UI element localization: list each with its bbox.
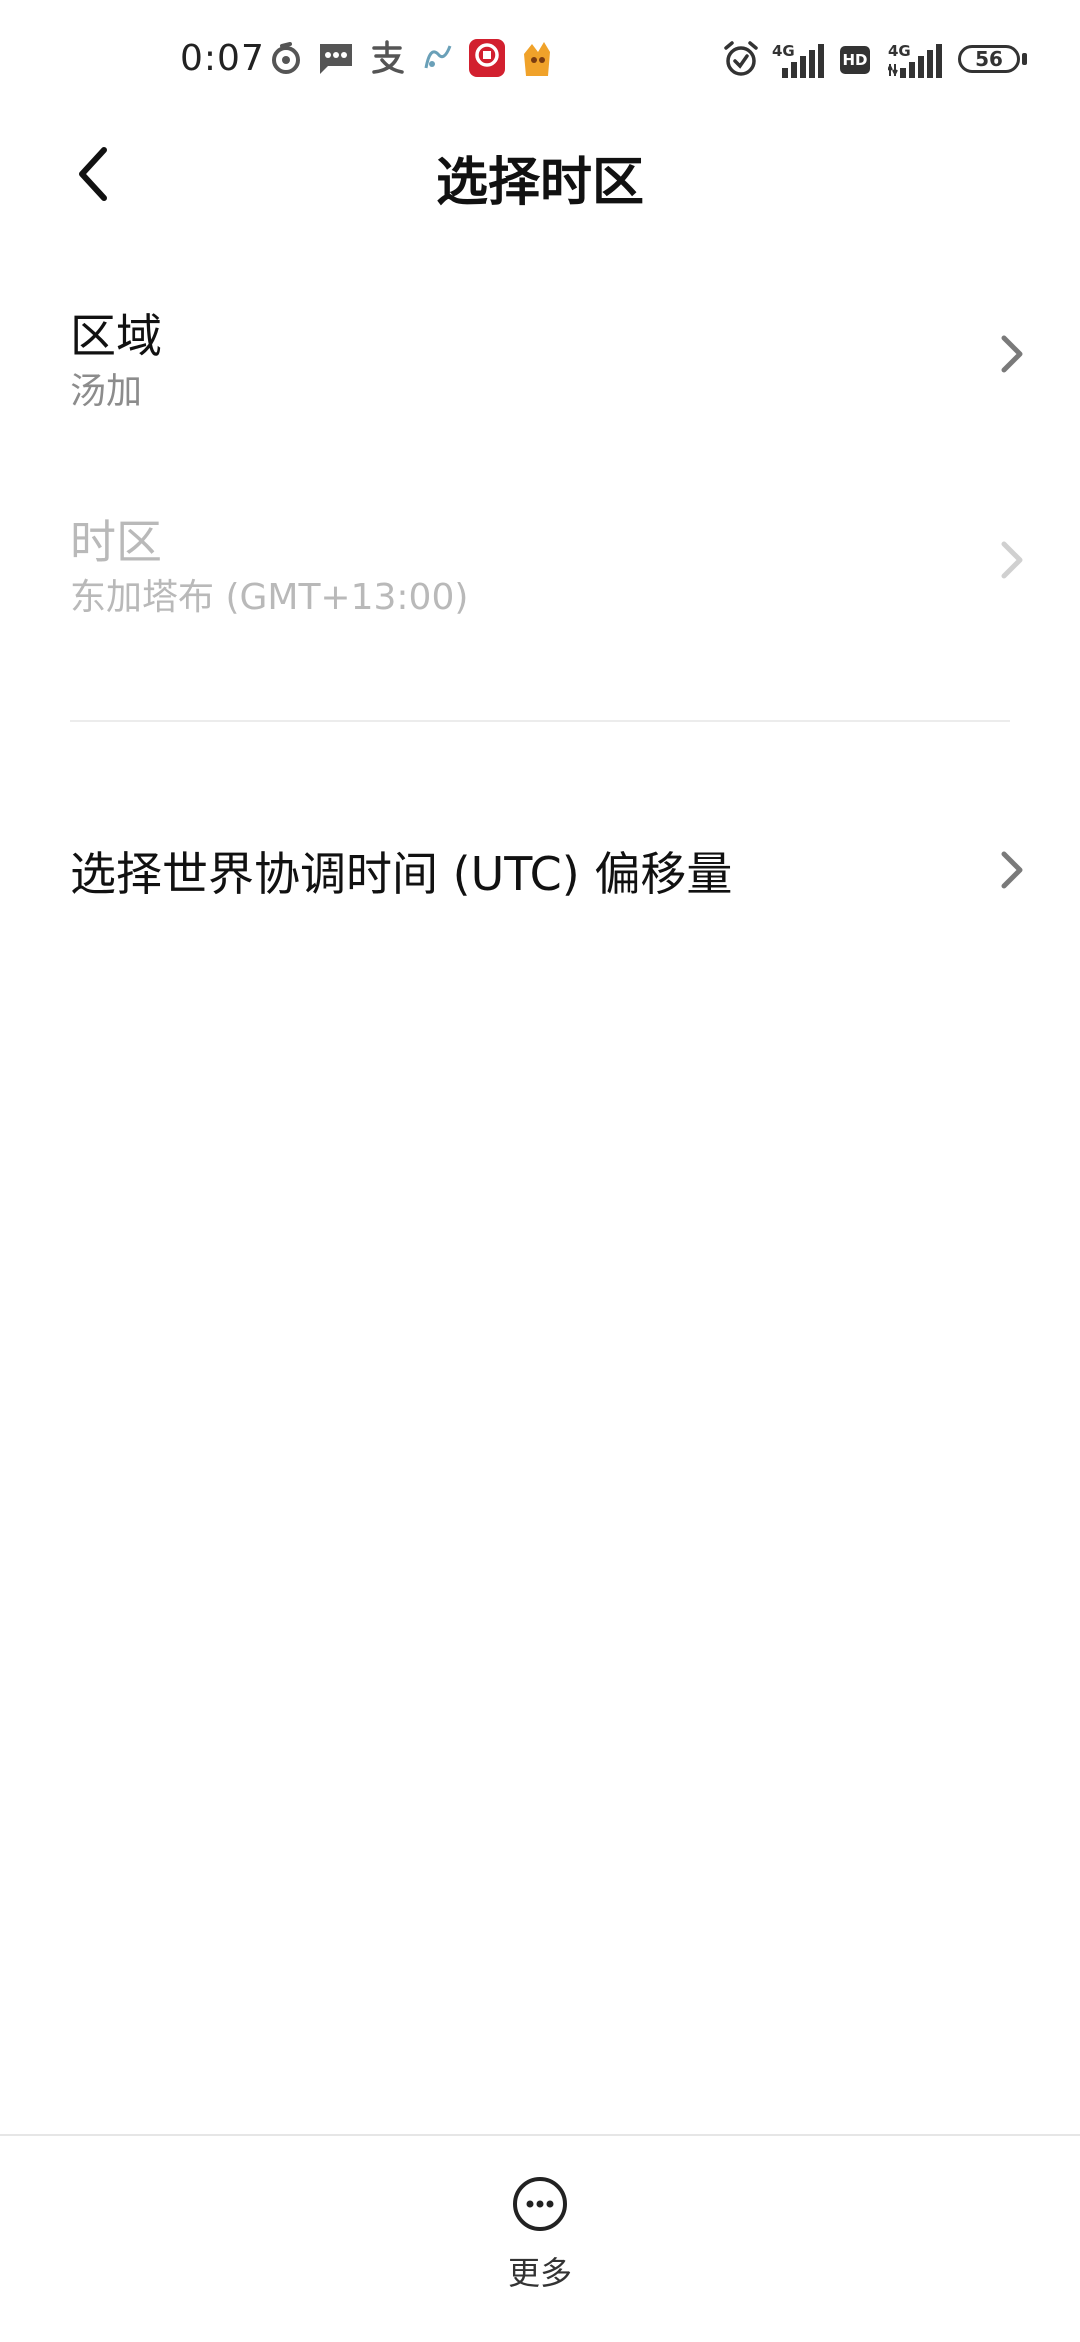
alarm-icon — [724, 41, 758, 76]
game-app-icon — [524, 42, 550, 76]
bottom-bar: 更多 — [0, 2134, 1080, 2342]
alipay-icon — [372, 40, 404, 74]
region-value: 汤加 — [70, 371, 143, 412]
status-bar: 0:07 4G HD 4G 56 — [0, 0, 1080, 124]
more-label: 更多 — [507, 2254, 572, 2292]
more-icon — [513, 2177, 567, 2231]
region-row[interactable]: 区域 汤加 — [0, 290, 1080, 420]
battery-icon: 56 — [958, 45, 1020, 73]
hd-badge: HD — [840, 46, 870, 74]
status-time: 0:07 — [180, 38, 265, 79]
bank-app-icon — [469, 39, 505, 77]
region-title: 区域 — [70, 309, 162, 363]
signal-strength-icon — [782, 44, 824, 78]
netease-icon — [272, 42, 300, 74]
message-icon — [320, 44, 352, 74]
utc-offset-row[interactable]: 选择世界协调时间 (UTC) 偏移量 — [0, 820, 1080, 920]
chevron-right-icon — [1001, 541, 1023, 579]
signal-strength-2-icon — [888, 44, 942, 78]
battery-tip — [1022, 53, 1027, 65]
page-title: 选择时区 — [435, 153, 644, 213]
battery-level: 56 — [975, 47, 1003, 71]
timezone-title: 时区 — [70, 515, 162, 569]
utc-offset-label: 选择世界协调时间 (UTC) 偏移量 — [70, 847, 733, 901]
chevron-right-icon — [1001, 851, 1023, 889]
header: 选择时区 — [0, 124, 1080, 224]
timezone-value: 东加塔布 (GMT+13:00) — [70, 577, 469, 618]
divider — [70, 720, 1010, 722]
chevron-right-icon — [1001, 335, 1023, 373]
app-icon — [424, 45, 452, 69]
timezone-row: 时区 东加塔布 (GMT+13:00) — [0, 496, 1080, 626]
more-button[interactable]: 更多 — [460, 2176, 620, 2316]
